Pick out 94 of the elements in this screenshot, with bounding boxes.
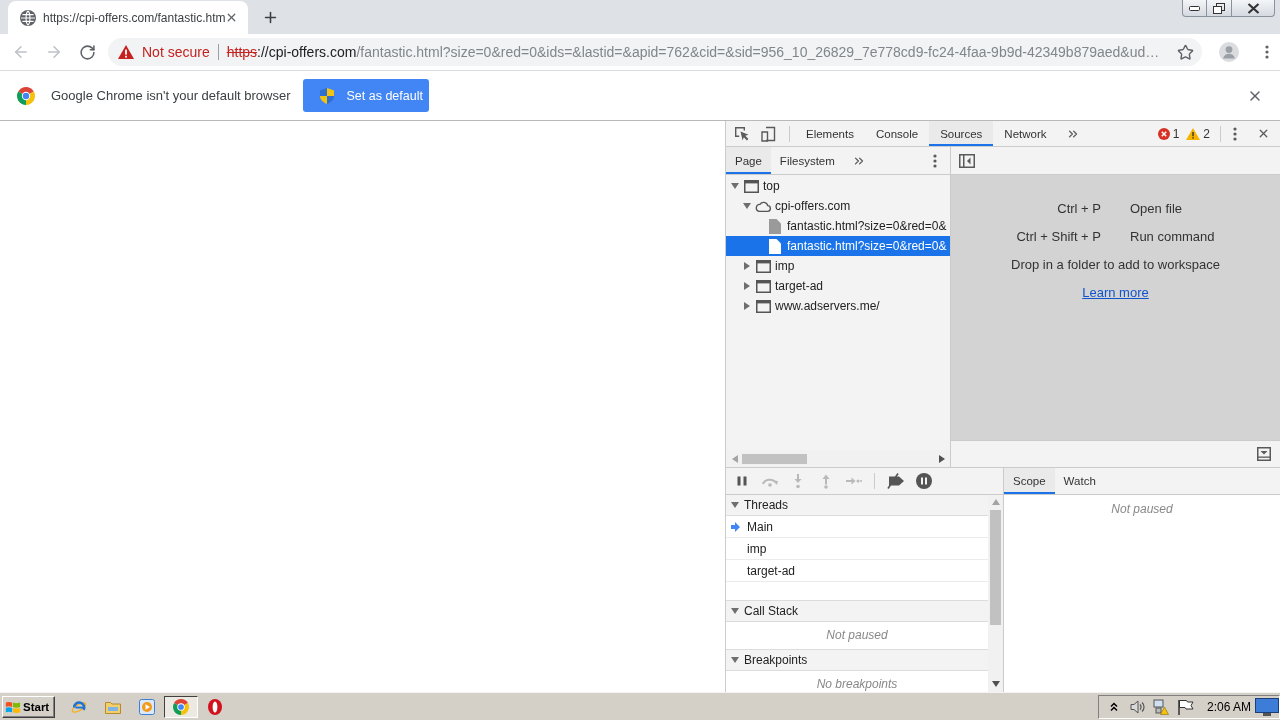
- status-message: Not paused: [1111, 502, 1173, 516]
- start-button[interactable]: Start: [2, 695, 55, 718]
- window-icon: [743, 179, 759, 193]
- learn-more-link[interactable]: Learn more: [1082, 279, 1149, 307]
- navigator-tab[interactable]: Page: [726, 147, 771, 174]
- sidebar-toggle-icon[interactable]: [959, 153, 975, 168]
- drawer-toggle-icon[interactable]: [1257, 447, 1271, 461]
- close-icon: [1246, 2, 1260, 14]
- section-arrow-icon[interactable]: [731, 657, 739, 663]
- status-message: Not paused: [826, 628, 888, 642]
- flag-logo-icon: [5, 699, 21, 714]
- window-icon: [755, 259, 771, 273]
- e-logo-icon[interactable]: [71, 698, 87, 715]
- flag-icon[interactable]: [1176, 698, 1194, 715]
- warning-icon: [118, 45, 134, 59]
- browser-logo-icon[interactable]: [173, 698, 189, 715]
- file-icon: [769, 238, 781, 254]
- minimize-icon: [1189, 5, 1200, 11]
- globe-icon: [20, 9, 36, 26]
- tree-item[interactable]: fantastic.html?size=0&red=0&: [726, 236, 950, 256]
- minimize-button[interactable]: [1182, 0, 1207, 17]
- window-icon: [755, 299, 771, 313]
- shortcut-action: Open file: [1130, 200, 1184, 218]
- scrollbar-thumb[interactable]: [742, 453, 807, 464]
- scroll-down-icon[interactable]: [991, 681, 1000, 687]
- o-logo-icon[interactable]: [208, 698, 222, 715]
- menu-icon[interactable]: [1265, 45, 1269, 59]
- tree-item[interactable]: cpi-offers.com: [726, 196, 950, 216]
- close-icon[interactable]: [1257, 127, 1270, 140]
- window-icon: [755, 279, 771, 293]
- tree-item[interactable]: imp: [726, 256, 950, 276]
- desktop-icon[interactable]: [1255, 697, 1279, 716]
- star-icon[interactable]: [1177, 43, 1194, 61]
- restore-icon: [1213, 2, 1225, 14]
- warning-icon: [1186, 127, 1201, 140]
- error-icon: [1157, 127, 1170, 140]
- warning-count: 2: [1203, 126, 1210, 141]
- infobar-message: Google Chrome isn't your default browser: [51, 88, 291, 103]
- close-button[interactable]: [1231, 0, 1275, 17]
- browser-tab[interactable]: https://cpi-offers.com/fantastic.htm: [8, 1, 248, 34]
- set-default-button[interactable]: Set as default: [303, 79, 430, 112]
- taskbar-button[interactable]: [164, 695, 198, 718]
- tree-arrow-icon[interactable]: [744, 302, 750, 310]
- restore-button[interactable]: [1206, 0, 1232, 17]
- tree-arrow-icon[interactable]: [744, 282, 750, 290]
- devtools-tab[interactable]: Elements: [795, 121, 865, 146]
- security-label[interactable]: Not secure: [142, 44, 210, 60]
- scroll-right-icon[interactable]: [939, 454, 945, 463]
- section-arrow-icon[interactable]: [731, 502, 739, 508]
- device-icon[interactable]: [761, 125, 776, 142]
- error-count: 1: [1172, 126, 1180, 141]
- scrollbar-thumb[interactable]: [990, 510, 1001, 625]
- speaker-icon[interactable]: [1129, 698, 1146, 715]
- tree-item[interactable]: fantastic.html?size=0&red=0&: [726, 216, 950, 236]
- navigator-tab[interactable]: Filesystem: [770, 147, 844, 174]
- shortcut-keys: Ctrl + P: [1016, 195, 1101, 223]
- devtools-tab[interactable]: Network: [993, 121, 1058, 146]
- sidebar-tab[interactable]: Watch: [1054, 468, 1105, 494]
- section-arrow-icon[interactable]: [731, 608, 739, 614]
- shortcut-action: Run command: [1130, 228, 1215, 246]
- section-header[interactable]: Threads: [726, 495, 988, 516]
- tree-arrow-icon[interactable]: [744, 262, 750, 270]
- devtools-tab[interactable]: Sources: [929, 121, 994, 146]
- vertical-scrollbar[interactable]: [988, 495, 1003, 692]
- pause-circle-icon[interactable]: [916, 473, 932, 489]
- network-icon[interactable]: [1152, 698, 1169, 715]
- avatar-icon[interactable]: [1219, 42, 1239, 62]
- tree-item[interactable]: www.adservers.me/: [726, 296, 950, 316]
- url-text: https://cpi-offers.com/fantastic.html?size=0&red=0&ids=&lastid=&apid=762&cid=&sid=956_10_26829_7e778cd9-fc24-4faa-9b9d-42349b879aed&ud…: [226, 44, 1160, 60]
- devtools-tab[interactable]: Console: [864, 121, 930, 146]
- cloud-icon: [755, 200, 771, 212]
- menu-icon[interactable]: [933, 153, 937, 168]
- shortcut-keys: Ctrl + Shift + P: [1016, 223, 1101, 251]
- inspect-icon[interactable]: [734, 125, 750, 142]
- reload-icon[interactable]: [78, 43, 96, 61]
- sidebar-tab[interactable]: Scope: [1004, 468, 1055, 494]
- shield-icon: [320, 87, 335, 104]
- address-bar[interactable]: Not secure https://cpi-offers.com/fantastic.html?size=0&red=0&ids=&lastid=&apid=762&cid=&sid=956_10_26829_7e778cd9-fc24-4faa-9b9d-42349b879aed&ud…: [108, 38, 1202, 66]
- close-icon[interactable]: [225, 11, 238, 24]
- tree-arrow-icon[interactable]: [731, 183, 739, 189]
- tree-item[interactable]: top: [726, 176, 950, 196]
- breakpoint-off-icon[interactable]: [886, 473, 906, 489]
- section-header[interactable]: Breakpoints: [726, 649, 988, 671]
- section-header[interactable]: Call Stack: [726, 600, 988, 622]
- clock: 2:06 AM: [1206, 699, 1251, 714]
- browser-logo-icon: [17, 86, 35, 105]
- double-chevron-up-icon[interactable]: [1109, 701, 1118, 712]
- tree-item[interactable]: target-ad: [726, 276, 950, 296]
- tree-arrow-icon[interactable]: [743, 203, 751, 209]
- drop-folder-hint: Drop in a folder to add to workspace: [1011, 256, 1220, 274]
- file-icon: [769, 218, 781, 234]
- play-icon[interactable]: [139, 698, 155, 715]
- menu-icon[interactable]: [1233, 126, 1237, 141]
- status-message: No breakpoints: [816, 677, 898, 691]
